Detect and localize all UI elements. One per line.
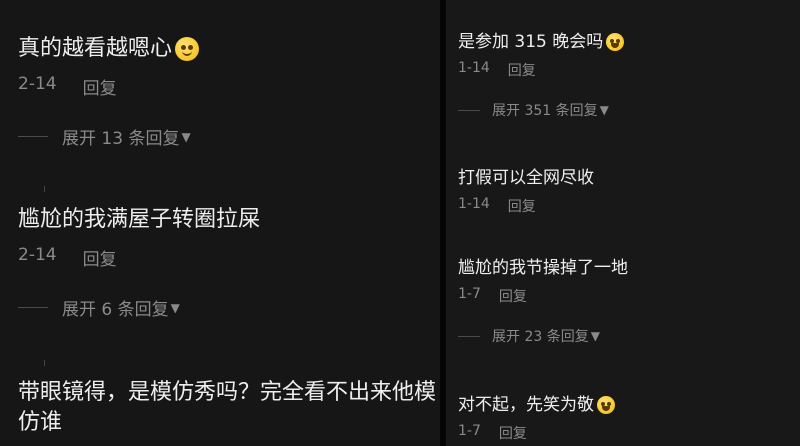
divider-tick [44, 360, 45, 366]
comment-text: 打假可以全网尽收 [458, 168, 594, 188]
expand-replies-button[interactable]: 展开 23 条回复 ▼ [458, 326, 600, 346]
comment-meta: 2-14 回复 [18, 74, 199, 99]
caret-down-icon: ▼ [590, 329, 600, 343]
comment-item: 尴尬的我满屋子转圈拉屎 2-14 回复 [18, 205, 260, 270]
divider-line [18, 136, 48, 137]
reply-button[interactable]: 回复 [83, 74, 117, 99]
reply-button[interactable]: 回复 [499, 286, 527, 306]
comment-date: 2-14 [18, 245, 57, 265]
comment-meta: 1-7 回复 [458, 423, 615, 443]
comment-item: 真的越看越嗯心 2-14 回复 [18, 34, 200, 99]
comment-date: 1-7 [458, 286, 481, 302]
comment-meta: 1-14 回复 [458, 196, 594, 216]
expand-replies-label: 展开 6 条回复 [62, 300, 169, 320]
caret-down-icon: ▼ [181, 129, 191, 144]
comment-date: 1-14 [458, 196, 490, 212]
comment-item: 带眼镜得，是模仿秀吗？完全看不出来他模仿谁 [18, 378, 438, 438]
comment-date: 1-7 [458, 423, 481, 439]
comment-text: 是参加 315 晚会吗 [458, 32, 604, 52]
comment-text-wrapper: 对不起，先笑为敬 [458, 393, 615, 417]
comment-meta: 2-14 回复 [18, 245, 260, 270]
caret-down-icon: ▼ [170, 300, 180, 315]
reply-button[interactable]: 回复 [83, 245, 117, 270]
right-comment-panel: 是参加 315 晚会吗 1-14 回复 展开 351 条回复 ▼ 打假可以全网尽… [446, 0, 800, 446]
expand-replies-label: 展开 23 条回复 [492, 329, 589, 345]
comment-meta: 1-14 回复 [458, 60, 624, 80]
comment-text-wrapper: 真的越看越嗯心 [18, 34, 200, 64]
comment-text: 带眼镜得，是模仿秀吗？完全看不出来他模仿谁 [18, 380, 437, 435]
expand-replies-button[interactable]: 展开 351 条回复 ▼ [458, 100, 609, 120]
comment-meta: 1-7 回复 [458, 286, 628, 306]
laughing-face-icon [597, 396, 615, 414]
comment-item: 打假可以全网尽收 1-14 回复 [458, 166, 594, 216]
comment-item: 是参加 315 晚会吗 1-14 回复 [458, 30, 625, 80]
comment-text: 真的越看越嗯心 [18, 36, 173, 61]
comment-text: 尴尬的我满屋子转圈拉屎 [18, 207, 261, 232]
divider-tick [44, 186, 45, 192]
smile-face-icon [175, 37, 200, 61]
divider-line [458, 335, 480, 337]
comment-item: 对不起，先笑为敬 1-7 回复 [458, 393, 615, 443]
comment-text-wrapper: 是参加 315 晚会吗 [458, 30, 625, 54]
divider-line [458, 109, 480, 111]
laughing-face-icon [606, 33, 625, 51]
reply-button[interactable]: 回复 [508, 196, 536, 216]
comment-text: 对不起，先笑为敬 [458, 395, 594, 415]
comment-text: 尴尬的我节操掉了一地 [458, 258, 628, 278]
left-comment-panel: 真的越看越嗯心 2-14 回复 展开 13 条回复 ▼ 尴尬的我满屋子转圈拉屎 … [0, 0, 440, 446]
expand-replies-button[interactable]: 展开 13 条回复 ▼ [18, 124, 191, 149]
comment-item: 尴尬的我节操掉了一地 1-7 回复 [458, 256, 628, 306]
expand-replies-button[interactable]: 展开 6 条回复 ▼ [18, 295, 180, 320]
caret-down-icon: ▼ [599, 103, 609, 117]
comment-date: 2-14 [18, 74, 57, 94]
screenshot-frame: 真的越看越嗯心 2-14 回复 展开 13 条回复 ▼ 尴尬的我满屋子转圈拉屎 … [0, 0, 800, 446]
divider-line [18, 307, 48, 308]
reply-button[interactable]: 回复 [508, 60, 536, 80]
expand-replies-label: 展开 13 条回复 [62, 129, 180, 149]
comment-date: 1-14 [458, 60, 490, 76]
reply-button[interactable]: 回复 [499, 423, 527, 443]
expand-replies-label: 展开 351 条回复 [492, 103, 598, 119]
